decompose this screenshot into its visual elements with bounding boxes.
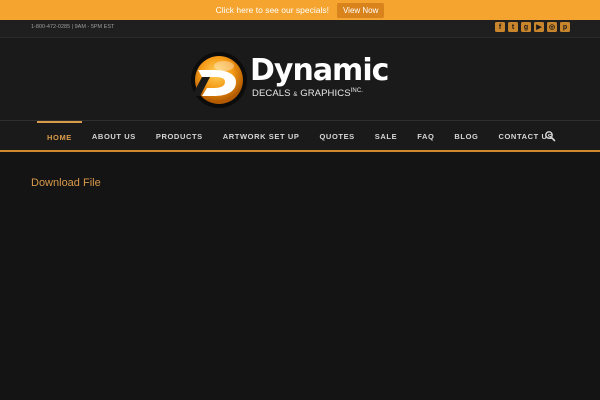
- nav-item-sale[interactable]: SALE: [365, 121, 407, 151]
- logo-sub-inc: INC.: [350, 88, 364, 94]
- nav-item-products[interactable]: PRODUCTS: [146, 121, 213, 151]
- logo-sub-graphics: GRAPHICS: [300, 88, 351, 99]
- youtube-icon[interactable]: ▶: [534, 22, 544, 32]
- nav-item-blog[interactable]: BLOG: [444, 121, 488, 151]
- nav-item-quotes[interactable]: QUOTES: [310, 121, 365, 151]
- download-file-link[interactable]: Download File: [31, 177, 101, 189]
- logo-wordmark: Dynamic: [250, 53, 389, 88]
- top-bar: 1-800-472-0285 | 9AM - 5PM EST f t g ▶ ◎…: [0, 20, 600, 38]
- instagram-icon[interactable]: ◎: [547, 22, 557, 32]
- nav-list: HOME ABOUT US PRODUCTS ARTWORK SET UP QU…: [37, 121, 563, 151]
- facebook-icon[interactable]: f: [495, 22, 505, 32]
- nav-item-artwork-set-up[interactable]: ARTWORK SET UP: [213, 121, 310, 151]
- site-header: Dynamic DECALS & GRAPHICSINC.: [0, 38, 600, 120]
- logo-subtitle: DECALS & GRAPHICSINC.: [252, 88, 363, 99]
- logo-emblem-icon: [191, 52, 247, 108]
- view-now-button[interactable]: View Now: [336, 2, 385, 18]
- promo-text[interactable]: Click here to see our specials!: [216, 5, 329, 15]
- site-logo[interactable]: Dynamic DECALS & GRAPHICSINC.: [188, 50, 414, 110]
- search-icon[interactable]: [544, 130, 556, 142]
- phone-hours: 1-800-472-0285 | 9AM - 5PM EST: [31, 24, 115, 30]
- nav-item-about-us[interactable]: ABOUT US: [82, 121, 146, 151]
- nav-item-home[interactable]: HOME: [37, 121, 82, 151]
- social-links: f t g ▶ ◎ p: [495, 22, 570, 32]
- logo-sub-amp: &: [293, 92, 298, 98]
- google-plus-icon[interactable]: g: [521, 22, 531, 32]
- main-nav: HOME ABOUT US PRODUCTS ARTWORK SET UP QU…: [0, 120, 600, 152]
- main-content: Download File: [0, 154, 600, 400]
- nav-item-faq[interactable]: FAQ: [407, 121, 444, 151]
- twitter-icon[interactable]: t: [508, 22, 518, 32]
- promo-bar: Click here to see our specials! View Now: [0, 0, 600, 20]
- logo-sub-decals: DECALS: [252, 88, 291, 99]
- pinterest-icon[interactable]: p: [560, 22, 570, 32]
